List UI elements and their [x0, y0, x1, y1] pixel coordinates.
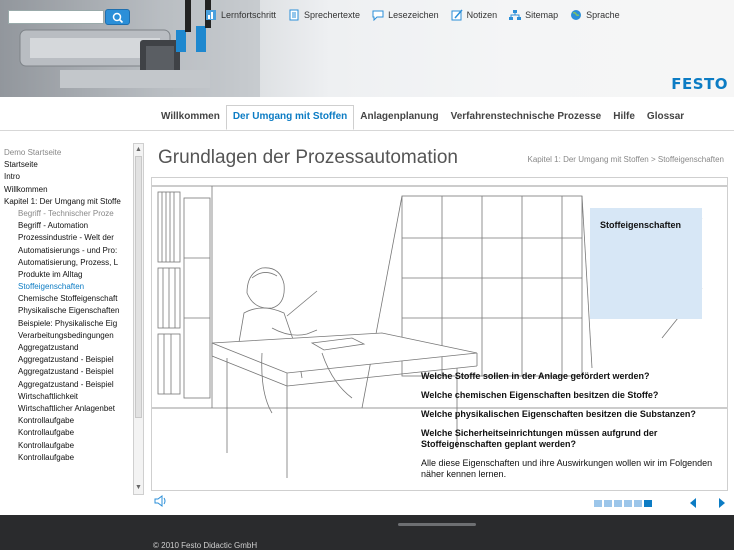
audio-button[interactable] — [154, 495, 168, 507]
question-2: Welche chemischen Eigenschaften besitzen… — [421, 390, 659, 400]
toolbar-sitemap[interactable]: Sitemap — [509, 9, 558, 21]
toolbar-notes-label: Notizen — [466, 10, 498, 20]
content-stage: Stoffeigenschaften Welche Stoffe sollen … — [151, 177, 728, 491]
tab-verfahrenstechnische-prozesse[interactable]: Verfahrenstechnische Prozesse — [445, 106, 608, 129]
tab-glossar[interactable]: Glossar — [641, 106, 690, 129]
sidebar-item[interactable]: Beispiele: Physikalische Eig — [4, 318, 132, 330]
sidebar-item[interactable]: Verarbeitungsbedingungen — [4, 330, 132, 342]
page-dot[interactable] — [644, 500, 652, 507]
sidebar-item[interactable]: Aggregatzustand - Beispiel — [4, 354, 132, 366]
sidebar-item[interactable]: Willkommen — [4, 184, 132, 196]
search-button[interactable] — [105, 9, 130, 25]
document-icon — [289, 9, 299, 21]
page-dot[interactable] — [614, 500, 622, 507]
toolbar-speaker-texts-label: Sprechertexte — [304, 10, 361, 20]
footer-handle[interactable] — [398, 523, 476, 526]
search-input[interactable] — [8, 10, 104, 24]
toolbar-notes[interactable]: Notizen — [451, 9, 498, 21]
sidebar-item[interactable]: Begriff - Automation — [4, 220, 132, 232]
content-area: Demo Startseite Startseite Intro Willkommen… — [0, 131, 734, 515]
question-list: Welche Stoffe sollen in der Anlage geför… — [421, 371, 726, 480]
arrow-left-icon — [690, 498, 696, 508]
main-navigation: Willkommen Der Umgang mit Stoffen Anlage… — [0, 97, 734, 131]
sidebar-item[interactable]: Wirtschaftlicher Anlagenbet — [4, 403, 132, 415]
toolbar-sitemap-label: Sitemap — [525, 10, 559, 20]
sidebar-item[interactable]: Aggregatzustand - Beispiel — [4, 379, 132, 391]
sidebar-item[interactable]: Demo Startseite — [4, 147, 132, 159]
sidebar-item[interactable]: Aggregatzustand — [4, 342, 132, 354]
sidebar-item[interactable]: Intro — [4, 171, 132, 183]
page-title: Grundlagen der Prozessautomation — [158, 147, 458, 168]
sidebar-item[interactable]: Aggregatzustand - Beispiel — [4, 366, 132, 378]
tab-anlagenplanung[interactable]: Anlagenplanung — [354, 106, 444, 129]
sidebar-item[interactable]: Wirtschaftlichkeit — [4, 391, 132, 403]
next-page-button[interactable] — [717, 497, 727, 509]
festo-logo: FESTO — [671, 75, 728, 93]
sidebar-item[interactable]: Kontrollaufgabe — [4, 427, 132, 439]
closing-text: Alle diese Eigenschaften und ihre Auswir… — [421, 458, 713, 479]
toolbar-bookmarks[interactable]: Lesezeichen — [372, 9, 439, 21]
sidebar-item[interactable]: Startseite — [4, 159, 132, 171]
sidebar-item[interactable]: Prozessindustrie - Welt der — [4, 232, 132, 244]
sidebar-item[interactable]: Produkte im Alltag — [4, 269, 132, 281]
toolbar-progress[interactable]: Lernfortschritt — [205, 9, 276, 21]
tab-willkommen[interactable]: Willkommen — [155, 106, 226, 129]
sidebar-item[interactable]: Chemische Stoffeigenschaft — [4, 293, 132, 305]
tab-der-umgang-mit-stoffen[interactable]: Der Umgang mit Stoffen — [225, 105, 355, 130]
sidebar-menu: Demo Startseite Startseite Intro Willkommen… — [4, 147, 132, 493]
sidebar-item[interactable]: Automatisierung, Prozess, L — [4, 257, 132, 269]
speech-bubble-icon — [372, 10, 384, 21]
page-dot[interactable] — [634, 500, 642, 507]
scrollbar-thumb[interactable] — [135, 156, 142, 418]
arrow-right-icon — [719, 498, 725, 508]
toolbar-language[interactable]: Sprache — [570, 9, 620, 21]
question-3: Welche physikalischen Eigenschaften besi… — [421, 409, 696, 419]
scroll-down-icon[interactable]: ▼ — [134, 483, 143, 493]
toolbar-speaker-texts[interactable]: Sprechertexte — [288, 9, 360, 21]
question-1: Welche Stoffe sollen in der Anlage geför… — [421, 371, 650, 381]
previous-page-button[interactable] — [688, 497, 698, 509]
copyright-text: © 2010 Festo Didactic GmbH — [153, 541, 258, 550]
sidebar-item[interactable]: Automatisierungs - und Pro: — [4, 245, 132, 257]
toolbar-bookmarks-label: Lesezeichen — [388, 10, 439, 20]
header-banner: Lernfortschritt Sprechertexte Lesezeiche… — [0, 0, 734, 97]
sidebar-item[interactable]: Kapitel 1: Der Umgang mit Stoffe — [4, 196, 132, 208]
page-indicator — [594, 500, 652, 507]
toolbar-progress-label: Lernfortschritt — [221, 10, 277, 20]
speaker-icon — [154, 495, 166, 507]
pencil-icon — [451, 9, 463, 21]
globe-icon — [571, 10, 582, 20]
footer: © 2010 Festo Didactic GmbH — [0, 515, 734, 550]
progress-icon — [206, 10, 216, 20]
question-4: Welche Sicherheitseinrichtungen müssen a… — [421, 428, 658, 449]
sitemap-icon — [509, 10, 522, 20]
search-icon — [112, 12, 124, 24]
scroll-up-icon[interactable]: ▲ — [134, 145, 143, 155]
page-dot[interactable] — [604, 500, 612, 507]
sidebar-item[interactable]: Stoffeigenschaften — [4, 281, 132, 293]
tab-hilfe[interactable]: Hilfe — [607, 106, 641, 129]
toolbar-language-label: Sprache — [586, 10, 620, 20]
sidebar-item[interactable]: Kontrollaufgabe — [4, 452, 132, 464]
sidebar-item[interactable]: Kontrollaufgabe — [4, 440, 132, 452]
sidebar-scrollbar[interactable]: ▲ ▼ — [133, 143, 144, 495]
page-dot[interactable] — [624, 500, 632, 507]
toolbar: Lernfortschritt Sprechertexte Lesezeiche… — [205, 9, 620, 21]
breadcrumb: Kapitel 1: Der Umgang mit Stoffen > Stof… — [527, 155, 725, 164]
sidebar-item[interactable]: Kontrollaufgabe — [4, 415, 132, 427]
sidebar-item[interactable]: Physikalische Eigenschaften — [4, 305, 132, 317]
info-box-title: Stoffeigenschaften — [600, 220, 682, 230]
sidebar-item[interactable]: Begriff - Technischer Proze — [4, 208, 132, 220]
page-dot[interactable] — [594, 500, 602, 507]
info-box: Stoffeigenschaften — [590, 208, 702, 319]
